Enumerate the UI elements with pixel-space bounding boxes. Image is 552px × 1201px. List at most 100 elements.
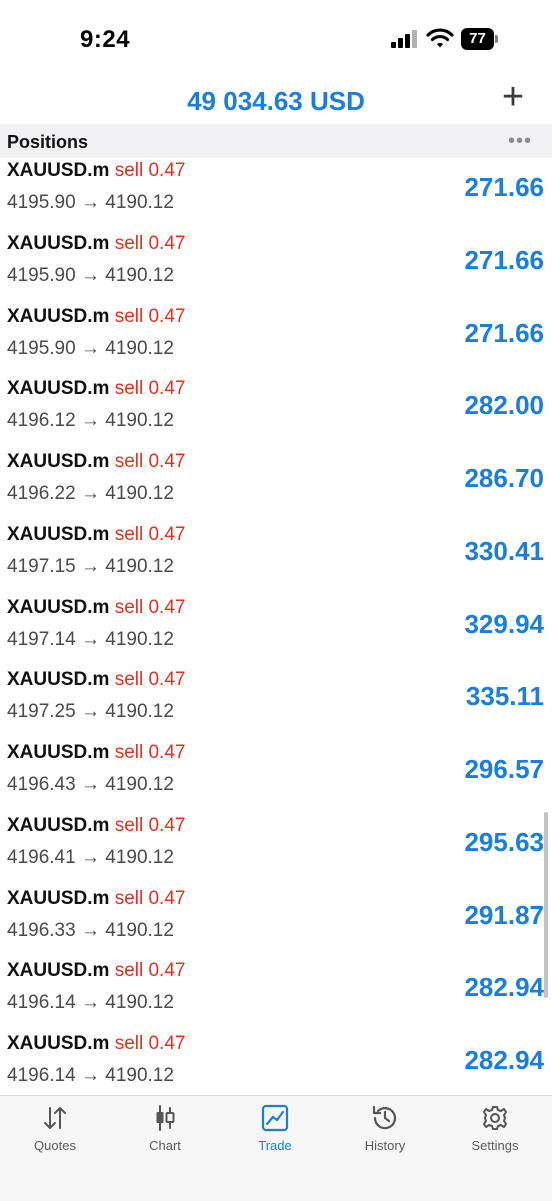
current-price: 4190.12 xyxy=(105,629,174,650)
position-symbol-line: XAUUSD.m sell 0.47 xyxy=(7,597,185,619)
arrow-icon: → xyxy=(80,774,100,795)
header: 49 034.63 USD + xyxy=(0,78,552,122)
position-side: sell 0.47 xyxy=(114,233,186,254)
position-symbol: XAUUSD.m xyxy=(7,233,110,254)
position-row[interactable]: XAUUSD.m sell 0.47 4196.12 → 4190.12 282.0… xyxy=(0,378,552,451)
current-price: 4190.12 xyxy=(105,556,174,577)
position-prices: 4197.15 → 4190.12 xyxy=(7,556,174,578)
position-row[interactable]: XAUUSD.m sell 0.47 4195.90 → 4190.12 271.6… xyxy=(0,233,552,306)
scrollbar[interactable] xyxy=(544,812,548,998)
current-price: 4190.12 xyxy=(105,701,174,722)
position-symbol-line: XAUUSD.m sell 0.47 xyxy=(7,233,185,255)
tab-chart[interactable]: Chart xyxy=(110,1104,220,1164)
position-side: sell 0.47 xyxy=(114,669,186,690)
position-profit: 296.57 xyxy=(464,754,544,784)
position-side: sell 0.47 xyxy=(114,306,186,327)
tab-quotes[interactable]: Quotes xyxy=(0,1104,110,1164)
position-symbol: XAUUSD.m xyxy=(7,815,110,836)
position-side: sell 0.47 xyxy=(114,451,186,472)
position-profit: 282.00 xyxy=(464,390,544,420)
position-symbol-line: XAUUSD.m sell 0.47 xyxy=(7,669,185,691)
position-symbol-line: XAUUSD.m sell 0.47 xyxy=(7,524,185,546)
position-side: sell 0.47 xyxy=(114,378,186,399)
position-side: sell 0.47 xyxy=(114,960,186,981)
position-symbol-line: XAUUSD.m sell 0.47 xyxy=(7,306,185,328)
position-symbol: XAUUSD.m xyxy=(7,669,110,690)
current-price: 4190.12 xyxy=(105,192,174,213)
arrow-icon: → xyxy=(80,992,100,1013)
arrow-icon: → xyxy=(80,338,100,359)
position-row[interactable]: XAUUSD.m sell 0.47 4196.22 → 4190.12 286.7… xyxy=(0,451,552,524)
positions-list[interactable]: XAUUSD.m sell 0.47 4195.90 → 4190.12 271.6… xyxy=(0,158,552,1095)
current-price: 4190.12 xyxy=(105,338,174,359)
chart-icon xyxy=(156,1105,175,1131)
arrow-icon: → xyxy=(80,629,100,650)
current-price: 4190.12 xyxy=(105,992,174,1013)
position-row[interactable]: XAUUSD.m sell 0.47 4197.14 → 4190.12 329.9… xyxy=(0,597,552,670)
tab-history[interactable]: History xyxy=(330,1104,440,1164)
position-side: sell 0.47 xyxy=(114,1033,186,1054)
status-bar: 9:24 77 xyxy=(0,0,552,80)
more-icon[interactable]: ••• xyxy=(508,130,532,153)
position-row[interactable]: XAUUSD.m sell 0.47 4196.14 → 4190.12 282.9… xyxy=(0,960,552,1033)
position-symbol-line: XAUUSD.m sell 0.47 xyxy=(7,888,185,910)
position-prices: 4196.14 → 4190.12 xyxy=(7,992,174,1014)
tab-label: Settings xyxy=(471,1138,519,1153)
arrow-icon: → xyxy=(80,192,100,213)
position-row[interactable]: XAUUSD.m sell 0.47 4196.41 → 4190.12 295.6… xyxy=(0,815,552,888)
tab-trade[interactable]: Trade xyxy=(220,1104,330,1164)
position-symbol: XAUUSD.m xyxy=(7,960,110,981)
arrow-icon: → xyxy=(80,265,100,286)
position-row[interactable]: XAUUSD.m sell 0.47 4197.25 → 4190.12 335.1… xyxy=(0,669,552,742)
open-price: 4195.90 xyxy=(7,192,76,213)
position-symbol-line: XAUUSD.m sell 0.47 xyxy=(7,815,185,837)
position-row[interactable]: XAUUSD.m sell 0.47 4196.14 → 4190.12 282.9… xyxy=(0,1033,552,1095)
position-row[interactable]: XAUUSD.m sell 0.47 4195.90 → 4190.12 271.6… xyxy=(0,306,552,379)
arrow-icon: → xyxy=(80,847,100,868)
current-price: 4190.12 xyxy=(105,265,174,286)
position-profit: 335.11 xyxy=(465,681,544,711)
position-profit: 282.94 xyxy=(464,972,544,1002)
position-symbol: XAUUSD.m xyxy=(7,378,110,399)
tab-label: Quotes xyxy=(34,1138,76,1153)
settings-icon xyxy=(483,1106,507,1130)
position-prices: 4196.41 → 4190.12 xyxy=(7,847,174,869)
position-profit: 271.66 xyxy=(464,318,544,348)
current-price: 4190.12 xyxy=(105,410,174,431)
wifi-icon xyxy=(426,28,454,48)
current-price: 4190.12 xyxy=(105,1065,174,1086)
open-price: 4197.15 xyxy=(7,556,76,577)
open-price: 4196.33 xyxy=(7,920,76,941)
position-symbol-line: XAUUSD.m sell 0.47 xyxy=(7,742,185,764)
open-price: 4195.90 xyxy=(7,265,76,286)
position-side: sell 0.47 xyxy=(114,742,186,763)
position-row[interactable]: XAUUSD.m sell 0.47 4196.33 → 4190.12 291.8… xyxy=(0,888,552,961)
open-price: 4197.25 xyxy=(7,701,76,722)
position-symbol: XAUUSD.m xyxy=(7,888,110,909)
open-price: 4196.12 xyxy=(7,410,76,431)
arrow-icon: → xyxy=(80,920,100,941)
position-row[interactable]: XAUUSD.m sell 0.47 4196.43 → 4190.12 296.5… xyxy=(0,742,552,815)
tab-label: Chart xyxy=(149,1138,181,1153)
history-icon xyxy=(372,1105,397,1130)
position-symbol: XAUUSD.m xyxy=(7,451,110,472)
position-row[interactable]: XAUUSD.m sell 0.47 4195.90 → 4190.12 271.6… xyxy=(0,160,552,233)
quotes-icon xyxy=(44,1107,66,1129)
position-prices: 4196.33 → 4190.12 xyxy=(7,920,174,942)
battery-level: 77 xyxy=(469,30,486,47)
open-price: 4196.14 xyxy=(7,992,76,1013)
position-prices: 4196.12 → 4190.12 xyxy=(7,410,174,432)
arrow-icon: → xyxy=(80,1065,100,1086)
open-price: 4196.22 xyxy=(7,483,76,504)
position-profit: 330.41 xyxy=(464,536,544,566)
tab-label: Trade xyxy=(258,1138,292,1153)
tab-settings[interactable]: Settings xyxy=(440,1104,550,1164)
position-symbol: XAUUSD.m xyxy=(7,524,110,545)
position-symbol: XAUUSD.m xyxy=(7,597,110,618)
position-prices: 4196.14 → 4190.12 xyxy=(7,1065,174,1087)
position-side: sell 0.47 xyxy=(114,524,186,545)
plus-icon[interactable]: + xyxy=(494,78,532,116)
position-row[interactable]: XAUUSD.m sell 0.47 4197.15 → 4190.12 330.4… xyxy=(0,524,552,597)
current-price: 4190.12 xyxy=(105,920,174,941)
current-price: 4190.12 xyxy=(105,483,174,504)
